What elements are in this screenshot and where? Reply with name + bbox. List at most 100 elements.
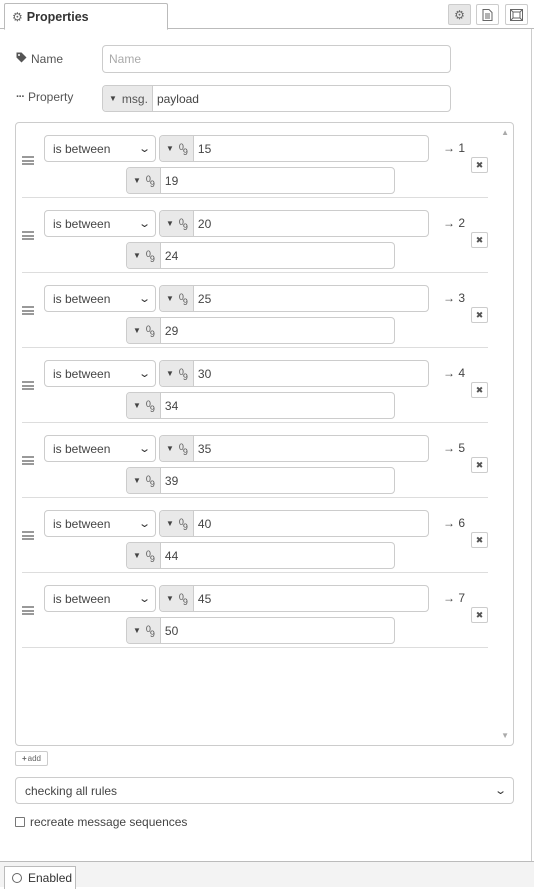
caret-down-icon: ▼ xyxy=(133,251,141,260)
tag-icon xyxy=(16,52,27,66)
rule-value-from-text[interactable]: 45 xyxy=(194,586,211,611)
rule-operator-select[interactable]: is between ⌄ xyxy=(44,285,156,312)
property-input[interactable]: ▼ msg. payload xyxy=(102,85,451,112)
value-type-selector[interactable]: ▼ 09 xyxy=(160,136,194,161)
delete-rule-button[interactable]: ✖ xyxy=(471,157,488,173)
caret-down-icon: ▼ xyxy=(166,369,174,378)
value-type-selector[interactable]: ▼ 09 xyxy=(127,393,161,418)
scroll-up-icon[interactable]: ▲ xyxy=(501,128,509,137)
rule-value-from-text[interactable]: 40 xyxy=(194,511,211,536)
rules-list[interactable]: ▲ is between ⌄ ▼ 09 15 ▼ 09 19 → 1 ✖ is … xyxy=(15,122,514,746)
recreate-checkbox[interactable] xyxy=(15,817,25,827)
rule-value-to[interactable]: ▼ 09 24 xyxy=(126,242,395,269)
rule-value-to[interactable]: ▼ 09 50 xyxy=(126,617,395,644)
value-type-selector[interactable]: ▼ 09 xyxy=(160,286,194,311)
close-icon: ✖ xyxy=(475,459,484,470)
rule-value-to-text[interactable]: 44 xyxy=(161,543,178,568)
close-icon: ✖ xyxy=(475,384,484,395)
rule-value-from[interactable]: ▼ 09 45 xyxy=(159,585,429,612)
node-appearance-button[interactable] xyxy=(505,4,528,25)
number-type-icon: 09 xyxy=(145,323,155,339)
caret-down-icon: ▼ xyxy=(166,144,174,153)
rule-operator-select[interactable]: is between ⌄ xyxy=(44,435,156,462)
rule-row: is between ⌄ ▼ 09 15 ▼ 09 19 → 1 ✖ xyxy=(22,123,488,198)
rule-value-from-text[interactable]: 20 xyxy=(194,211,211,236)
number-type-icon: 09 xyxy=(145,173,155,189)
circle-icon xyxy=(12,873,22,883)
rule-output-label: → 3 xyxy=(443,291,466,305)
name-input[interactable] xyxy=(102,45,451,73)
scroll-down-icon[interactable]: ▼ xyxy=(501,731,509,740)
rule-value-from[interactable]: ▼ 09 35 xyxy=(159,435,429,462)
drag-handle-icon[interactable] xyxy=(22,231,34,240)
value-type-selector[interactable]: ▼ 09 xyxy=(160,436,194,461)
value-type-selector[interactable]: ▼ 09 xyxy=(127,468,161,493)
check-mode-select[interactable]: checking all rules ⌄ xyxy=(15,777,514,804)
number-type-icon: 09 xyxy=(178,291,188,307)
rule-operator-select[interactable]: is between ⌄ xyxy=(44,585,156,612)
chevron-down-icon: ⌄ xyxy=(493,785,507,797)
rule-value-from[interactable]: ▼ 09 40 xyxy=(159,510,429,537)
delete-rule-button[interactable]: ✖ xyxy=(471,232,488,248)
rule-operator-select[interactable]: is between ⌄ xyxy=(44,510,156,537)
drag-handle-icon[interactable] xyxy=(22,531,34,540)
rule-value-to-text[interactable]: 39 xyxy=(161,468,178,493)
value-type-selector[interactable]: ▼ 09 xyxy=(127,168,161,193)
value-type-selector[interactable]: ▼ 09 xyxy=(160,361,194,386)
chevron-down-icon: ⌄ xyxy=(137,518,151,530)
caret-down-icon: ▼ xyxy=(133,551,141,560)
drag-handle-icon[interactable] xyxy=(22,456,34,465)
rule-value-to[interactable]: ▼ 09 39 xyxy=(126,467,395,494)
rule-operator-select[interactable]: is between ⌄ xyxy=(44,210,156,237)
add-rule-button[interactable]: + add xyxy=(15,751,48,766)
rule-value-from-text[interactable]: 30 xyxy=(194,361,211,386)
rule-operator-select[interactable]: is between ⌄ xyxy=(44,135,156,162)
enabled-toggle[interactable]: Enabled xyxy=(4,866,76,889)
close-icon: ✖ xyxy=(475,534,484,545)
node-description-button[interactable] xyxy=(476,4,499,25)
rule-value-to-text[interactable]: 29 xyxy=(161,318,178,343)
rule-value-to[interactable]: ▼ 09 34 xyxy=(126,392,395,419)
delete-rule-button[interactable]: ✖ xyxy=(471,607,488,623)
rule-value-from[interactable]: ▼ 09 15 xyxy=(159,135,429,162)
rule-value-to-text[interactable]: 34 xyxy=(161,393,178,418)
rule-value-from[interactable]: ▼ 09 30 xyxy=(159,360,429,387)
rule-value-to-text[interactable]: 24 xyxy=(161,243,178,268)
drag-handle-icon[interactable] xyxy=(22,306,34,315)
recreate-sequences-row[interactable]: recreate message sequences xyxy=(15,815,187,829)
delete-rule-button[interactable]: ✖ xyxy=(471,307,488,323)
rule-value-to-text[interactable]: 50 xyxy=(161,618,178,643)
value-type-selector[interactable]: ▼ 09 xyxy=(127,243,161,268)
rule-value-to[interactable]: ▼ 09 19 xyxy=(126,167,395,194)
rule-value-from-text[interactable]: 25 xyxy=(194,286,211,311)
value-type-selector[interactable]: ▼ 09 xyxy=(127,543,161,568)
chevron-down-icon: ⌄ xyxy=(137,293,151,305)
drag-handle-icon[interactable] xyxy=(22,156,34,165)
property-value[interactable]: payload xyxy=(153,86,199,111)
node-properties-button[interactable]: ⚙ xyxy=(448,4,471,25)
rule-value-to[interactable]: ▼ 09 44 xyxy=(126,542,395,569)
rule-value-to-text[interactable]: 19 xyxy=(161,168,178,193)
delete-rule-button[interactable]: ✖ xyxy=(471,532,488,548)
property-label: ··· Property xyxy=(16,90,74,104)
rule-value-from-text[interactable]: 15 xyxy=(194,136,211,161)
delete-rule-button[interactable]: ✖ xyxy=(471,382,488,398)
delete-rule-button[interactable]: ✖ xyxy=(471,457,488,473)
number-type-icon: 09 xyxy=(145,248,155,264)
rule-value-from-text[interactable]: 35 xyxy=(194,436,211,461)
value-type-selector[interactable]: ▼ 09 xyxy=(127,618,161,643)
value-type-selector[interactable]: ▼ 09 xyxy=(160,511,194,536)
value-type-selector[interactable]: ▼ 09 xyxy=(160,586,194,611)
drag-handle-icon[interactable] xyxy=(22,381,34,390)
number-type-icon: 09 xyxy=(178,216,188,232)
drag-handle-icon[interactable] xyxy=(22,606,34,615)
tab-properties[interactable]: ⚙ Properties xyxy=(4,3,168,30)
rule-value-from[interactable]: ▼ 09 25 xyxy=(159,285,429,312)
rule-operator-select[interactable]: is between ⌄ xyxy=(44,360,156,387)
property-type-selector[interactable]: ▼ msg. xyxy=(103,86,153,111)
number-type-icon: 09 xyxy=(178,591,188,607)
value-type-selector[interactable]: ▼ 09 xyxy=(127,318,161,343)
value-type-selector[interactable]: ▼ 09 xyxy=(160,211,194,236)
rule-value-from[interactable]: ▼ 09 20 xyxy=(159,210,429,237)
rule-value-to[interactable]: ▼ 09 29 xyxy=(126,317,395,344)
